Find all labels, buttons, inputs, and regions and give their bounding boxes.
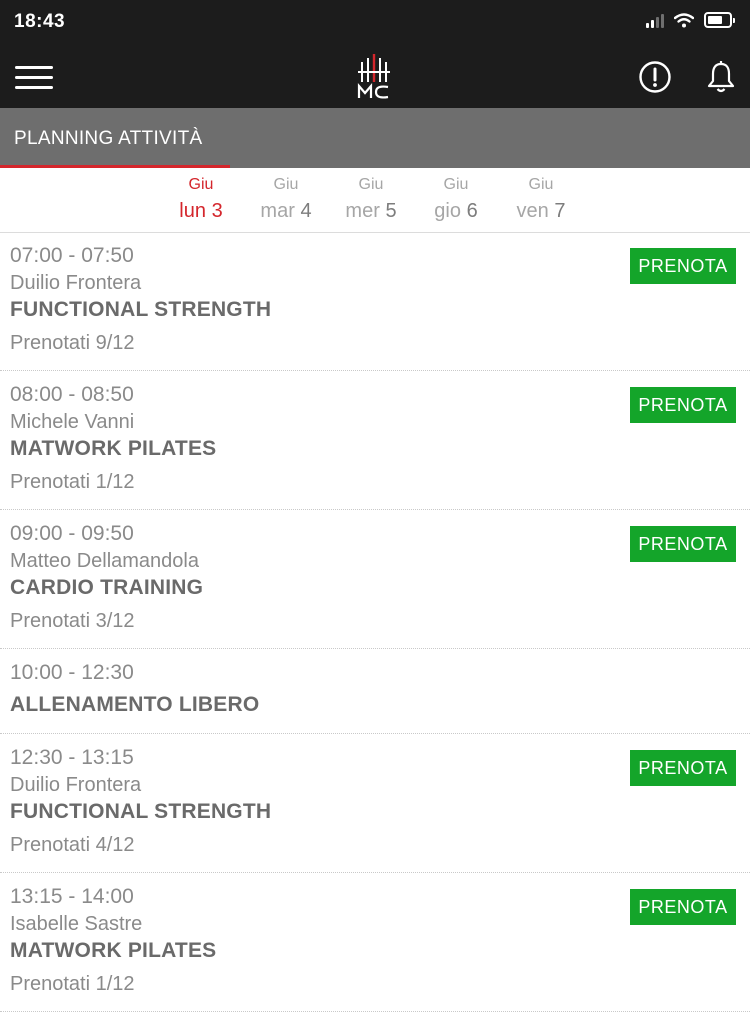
notifications-button[interactable]: [706, 60, 736, 94]
activity-booked-count: Prenotati 4/12: [10, 834, 135, 856]
alert-circle-icon: [639, 61, 671, 93]
cellular-signal-icon: [646, 12, 664, 28]
page-title: PLANNING ATTIVITÀ: [14, 128, 203, 149]
day-month: Giu: [273, 176, 299, 193]
activity-booked-count: Prenotati 3/12: [10, 610, 135, 632]
brand-logo: [357, 54, 390, 99]
day-tab-lun-3[interactable]: Giu lun 3: [161, 176, 241, 223]
day-tab-ven-7[interactable]: Giu ven 7: [501, 176, 581, 223]
activity-list: 07:00 - 07:50 Duilio Frontera FUNCTIONAL…: [0, 232, 750, 1012]
activity-course: ALLENAMENTO LIBERO: [10, 693, 260, 716]
activity-item: 10:00 - 12:30 ALLENAMENTO LIBERO: [0, 649, 750, 734]
activity-time: 10:00 - 12:30: [10, 661, 134, 684]
alert-button[interactable]: [638, 60, 672, 94]
day-tab-mar-4[interactable]: Giu mar 4: [246, 176, 326, 223]
status-icons: [646, 12, 735, 28]
day-month: Giu: [443, 176, 469, 193]
status-time: 18:43: [14, 11, 66, 32]
app-header: [0, 44, 750, 108]
hamburger-icon: [15, 66, 53, 69]
day-month: Giu: [528, 176, 554, 193]
day-tab-mer-5[interactable]: Giu mer 5: [331, 176, 411, 223]
day-month: Giu: [358, 176, 384, 193]
activity-course: CARDIO TRAINING: [10, 576, 204, 599]
activity-item: 08:00 - 08:50 Michele Vanni MATWORK PILA…: [0, 371, 750, 510]
battery-icon: [704, 12, 735, 28]
day-month: Giu: [188, 176, 214, 193]
activity-booked-count: Prenotati 1/12: [10, 973, 135, 995]
book-button[interactable]: PRENOTA: [630, 750, 736, 786]
wifi-icon: [674, 12, 694, 27]
book-button[interactable]: PRENOTA: [630, 387, 736, 423]
day-date: gio 6: [434, 200, 478, 222]
bell-icon: [707, 61, 735, 93]
day-selector: Giu lun 3 Giu mar 4 Giu mer 5 Giu gio 6 …: [0, 168, 750, 233]
book-button[interactable]: PRENOTA: [630, 248, 736, 284]
activity-item: 12:30 - 13:15 Duilio Frontera FUNCTIONAL…: [0, 734, 750, 873]
book-button[interactable]: PRENOTA: [630, 889, 736, 925]
activity-item: 09:00 - 09:50 Matteo Dellamandola CARDIO…: [0, 510, 750, 649]
activity-booked-count: Prenotati 1/12: [10, 471, 135, 493]
activity-course: MATWORK PILATES: [10, 437, 217, 460]
day-date: ven 7: [516, 200, 566, 222]
day-date: mer 5: [345, 200, 397, 222]
book-button[interactable]: PRENOTA: [630, 526, 736, 562]
activity-item: 13:15 - 14:00 Isabelle Sastre MATWORK PI…: [0, 873, 750, 1012]
day-tab-gio-6[interactable]: Giu gio 6: [416, 176, 496, 223]
activity-item: 07:00 - 07:50 Duilio Frontera FUNCTIONAL…: [0, 232, 750, 371]
day-date: mar 4: [260, 200, 312, 222]
activity-course: MATWORK PILATES: [10, 939, 217, 962]
menu-button[interactable]: [15, 62, 53, 92]
section-header: PLANNING ATTIVITÀ: [0, 108, 750, 168]
activity-course: FUNCTIONAL STRENGTH: [10, 298, 272, 321]
status-bar: 18:43: [0, 0, 750, 44]
day-date: lun 3: [179, 200, 223, 222]
activity-booked-count: Prenotati 9/12: [10, 332, 135, 354]
activity-course: FUNCTIONAL STRENGTH: [10, 800, 272, 823]
